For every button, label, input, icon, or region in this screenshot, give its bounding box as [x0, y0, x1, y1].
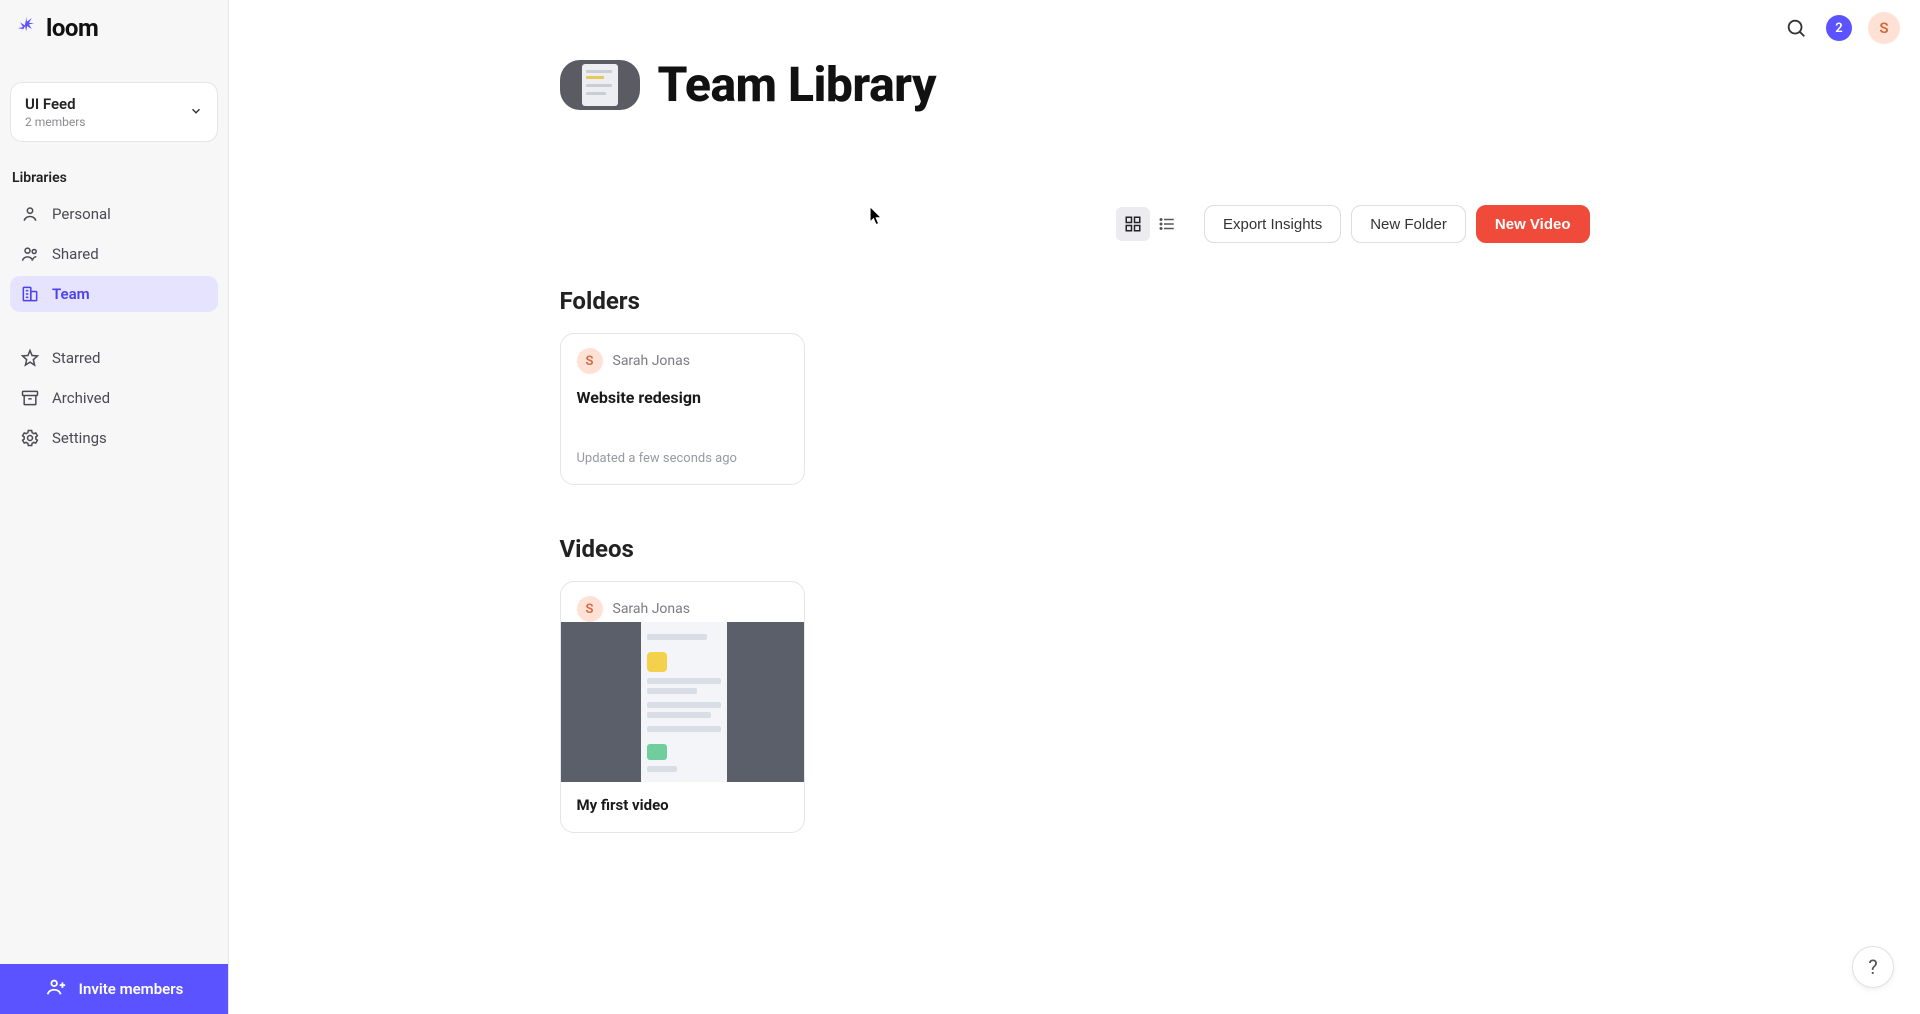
page-title: Team Library: [658, 56, 936, 113]
grid-view-button[interactable]: [1116, 207, 1150, 241]
sidebar-item-label: Shared: [52, 245, 99, 263]
video-title: My first video: [561, 782, 804, 832]
logo[interactable]: loom: [0, 0, 228, 52]
team-library-thumbnail: [560, 60, 640, 110]
sidebar-section-label: Libraries: [0, 142, 228, 194]
workspace-members: 2 members: [25, 115, 86, 129]
export-insights-button[interactable]: Export Insights: [1204, 205, 1341, 243]
videos-section-title: Videos: [560, 535, 1590, 563]
video-owner-avatar: S: [577, 596, 603, 622]
sidebar-item-label: Archived: [52, 389, 110, 407]
list-view-button[interactable]: [1150, 207, 1184, 241]
star-icon: [20, 348, 40, 368]
user-icon: [20, 204, 40, 224]
help-button[interactable]: ?: [1852, 946, 1894, 988]
archive-icon: [20, 388, 40, 408]
users-icon: [20, 244, 40, 264]
notifications-badge[interactable]: 2: [1826, 15, 1852, 41]
building-icon: [20, 284, 40, 304]
sidebar-item-label: Team: [52, 285, 90, 303]
folder-updated: Updated a few seconds ago: [561, 407, 804, 484]
view-toggle: [1114, 205, 1186, 243]
search-button[interactable]: [1782, 14, 1810, 42]
workspace-switcher[interactable]: UI Feed 2 members: [10, 82, 218, 142]
video-owner-name: Sarah Jonas: [613, 601, 690, 617]
loom-logo-icon: [12, 14, 40, 42]
new-video-button[interactable]: New Video: [1476, 205, 1590, 243]
sidebar-item-shared[interactable]: Shared: [10, 236, 218, 272]
topbar: 2 S: [1782, 12, 1900, 44]
help-label: ?: [1868, 955, 1877, 979]
video-thumbnail: [561, 622, 804, 782]
gear-icon: [20, 428, 40, 448]
main: 2 S Team Library Export Insigh: [229, 0, 1920, 1014]
new-folder-button[interactable]: New Folder: [1351, 205, 1466, 243]
folder-owner-name: Sarah Jonas: [613, 353, 690, 369]
toolbar: Export Insights New Folder New Video: [560, 205, 1590, 243]
sidebar-item-settings[interactable]: Settings: [10, 420, 218, 456]
folder-title: Website redesign: [561, 374, 804, 407]
sidebar-item-label: Starred: [52, 349, 100, 367]
brand-name: loom: [46, 14, 98, 42]
sidebar-item-personal[interactable]: Personal: [10, 196, 218, 232]
sidebar-item-team[interactable]: Team: [10, 276, 218, 312]
video-card[interactable]: S Sarah Jonas My first video: [560, 581, 805, 833]
sidebar-item-label: Personal: [52, 205, 111, 223]
folder-owner-avatar: S: [577, 348, 603, 374]
user-avatar[interactable]: S: [1868, 12, 1900, 44]
sidebar-item-archived[interactable]: Archived: [10, 380, 218, 416]
sidebar-item-label: Settings: [52, 429, 107, 447]
page-header: Team Library: [560, 56, 1590, 113]
invite-label: Invite members: [79, 980, 184, 998]
folders-section-title: Folders: [560, 287, 1590, 315]
invite-icon: [45, 976, 67, 1002]
workspace-name: UI Feed: [25, 95, 86, 113]
sidebar: loom UI Feed 2 members Libraries Persona…: [0, 0, 229, 1014]
folder-card[interactable]: S Sarah Jonas Website redesign Updated a…: [560, 333, 805, 485]
invite-members-button[interactable]: Invite members: [0, 964, 228, 1014]
chevron-down-icon: [189, 103, 203, 122]
sidebar-item-starred[interactable]: Starred: [10, 340, 218, 376]
